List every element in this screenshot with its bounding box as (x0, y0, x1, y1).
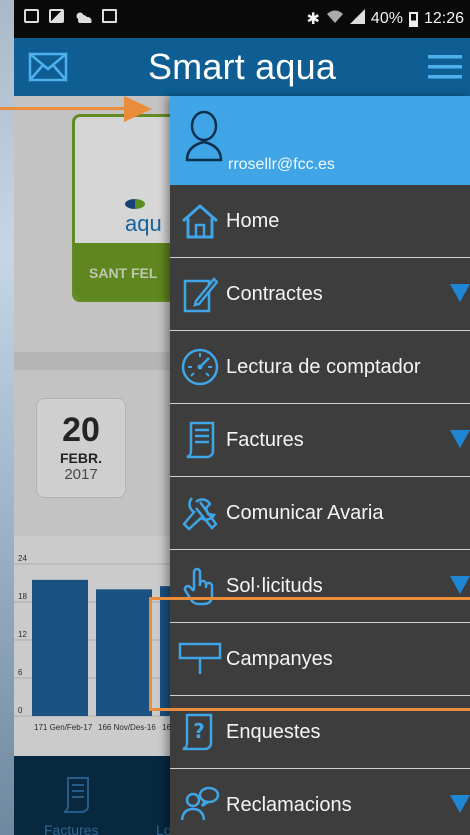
image-icon (49, 9, 64, 23)
chevron-down-icon[interactable] (450, 430, 470, 448)
menu-item-label: Factures (226, 428, 304, 451)
gauge-icon (174, 345, 226, 389)
invoice-icon (174, 418, 226, 462)
chat-people-icon (174, 783, 226, 827)
annotation-arrow-line (0, 107, 132, 110)
status-indicators: ✱ 40% 12:26 (307, 9, 464, 29)
chevron-down-icon[interactable] (450, 795, 470, 813)
signal-icon (349, 9, 365, 29)
annotation-highlight-box (149, 597, 470, 711)
app-bar: Smart aqua (14, 38, 470, 96)
menu-item-label: Lectura de comptador (226, 355, 421, 378)
drawer-header: rrosellr@fcc.es (170, 96, 470, 185)
mail-notification-icon (102, 9, 117, 23)
menu-item-factures[interactable]: Factures (170, 404, 470, 477)
home-icon (174, 199, 226, 243)
menu-item-label: Comunicar Avaria (226, 501, 384, 524)
menu-item-label: Home (226, 209, 280, 232)
bluetooth-icon: ✱ (306, 11, 320, 28)
chevron-down-icon[interactable] (450, 284, 470, 302)
menu-item-home[interactable]: Home (170, 185, 470, 258)
navigation-drawer: rrosellr@fcc.es Home Contractes Lectura … (170, 96, 470, 835)
user-email: rrosellr@fcc.es (228, 156, 335, 173)
menu-item-label: Enquestes (226, 720, 321, 743)
menu-item-label: Sol·licituds (226, 574, 323, 597)
drawer-menu: Home Contractes Lectura de comptador Fac… (170, 185, 470, 835)
weather-icon (74, 9, 92, 23)
battery-percent: 40% (370, 10, 403, 27)
annotation-arrow-icon (124, 96, 152, 122)
status-bar: ✱ 40% 12:26 (14, 0, 470, 38)
menu-item-reclamacions[interactable]: Reclamacions (170, 769, 470, 835)
wrench-icon (174, 491, 226, 535)
wifi-icon (326, 9, 344, 29)
menu-item-label: Reclamacions (226, 793, 352, 816)
menu-item-label: Contractes (226, 282, 323, 305)
hamburger-menu-icon[interactable] (428, 54, 462, 85)
menu-item-contractes[interactable]: Contractes (170, 258, 470, 331)
chevron-down-icon[interactable] (450, 576, 470, 594)
clock: 12:26 (423, 10, 464, 27)
menu-item-comunicar-avaria[interactable]: Comunicar Avaria (170, 477, 470, 550)
tablet-icon (24, 9, 39, 23)
svg-text:?: ? (193, 719, 205, 743)
battery-icon (408, 11, 418, 27)
question-document-icon: ? (174, 710, 226, 754)
menu-item-lectura-de-comptador[interactable]: Lectura de comptador (170, 331, 470, 404)
pencil-document-icon (174, 272, 226, 316)
user-icon (184, 110, 224, 167)
notification-icons (24, 9, 117, 23)
app-title: Smart aqua (147, 46, 337, 87)
